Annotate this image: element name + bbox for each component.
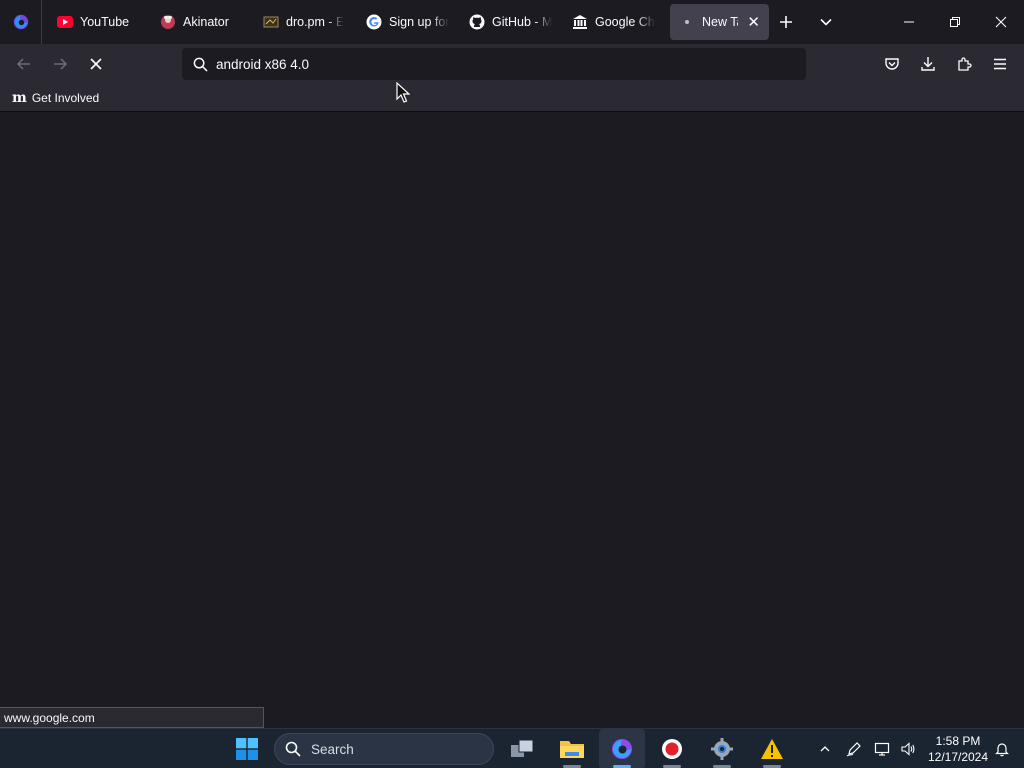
new-tab-button[interactable] bbox=[766, 0, 806, 44]
tab-github[interactable]: GitHub - M bbox=[460, 4, 563, 40]
show-hidden-icons-button[interactable] bbox=[814, 729, 836, 768]
tab-google-chrome[interactable]: Google Ch bbox=[563, 4, 666, 40]
youtube-icon bbox=[57, 14, 73, 30]
puzzle-icon bbox=[958, 57, 972, 71]
stop-icon bbox=[90, 58, 102, 70]
search-icon bbox=[285, 741, 301, 757]
notifications-button[interactable] bbox=[990, 729, 1014, 768]
hamburger-menu-icon bbox=[994, 58, 1006, 70]
pocket-icon bbox=[885, 58, 899, 70]
dropm-icon bbox=[263, 14, 279, 30]
address-bar[interactable] bbox=[182, 48, 806, 80]
list-all-tabs-button[interactable] bbox=[806, 0, 846, 44]
mouse-cursor-icon bbox=[396, 82, 410, 103]
pen-icon bbox=[846, 742, 861, 757]
pen-tray-button[interactable] bbox=[842, 729, 866, 768]
close-window-button[interactable] bbox=[978, 0, 1024, 44]
gear-icon bbox=[711, 738, 733, 760]
loading-dot-icon bbox=[679, 14, 695, 30]
arrow-left-icon bbox=[16, 58, 30, 70]
speaker-icon bbox=[901, 742, 915, 756]
windows-logo-icon bbox=[236, 738, 258, 760]
bell-icon bbox=[995, 743, 1009, 757]
screen-recorder-button[interactable] bbox=[649, 729, 695, 768]
stop-loading-button[interactable] bbox=[80, 48, 112, 80]
bookmarks-toolbar: m Get Involved bbox=[0, 84, 1024, 112]
tab-label: Akinator bbox=[183, 15, 229, 29]
network-tray-button[interactable] bbox=[870, 729, 894, 768]
folder-icon bbox=[560, 741, 584, 758]
record-icon bbox=[662, 739, 682, 759]
app-menu-button[interactable] bbox=[984, 48, 1016, 80]
close-icon bbox=[995, 16, 1007, 28]
restore-button[interactable] bbox=[932, 0, 978, 44]
minimize-icon bbox=[904, 21, 914, 23]
clock-time: 1:58 PM bbox=[935, 734, 981, 748]
firefox-taskbar-button[interactable] bbox=[599, 729, 645, 768]
extensions-button[interactable] bbox=[948, 48, 980, 80]
windows-taskbar: Search 1:58 PM 12/17/2024 bbox=[0, 728, 1024, 768]
url-input[interactable] bbox=[216, 56, 776, 72]
navigation-toolbar bbox=[0, 44, 1024, 84]
m-logo-icon: m bbox=[12, 89, 27, 106]
bookmark-label: Get Involved bbox=[31, 90, 100, 105]
pocket-button[interactable] bbox=[876, 48, 908, 80]
tab-label: Sign up for bbox=[389, 15, 450, 29]
tab-strip: YouTube Akinator dro.pm - E Sign up for … bbox=[0, 0, 1024, 44]
volume-tray-button[interactable] bbox=[896, 729, 920, 768]
settings-taskbar-button[interactable] bbox=[699, 729, 745, 768]
start-button[interactable] bbox=[224, 729, 270, 768]
plus-icon bbox=[780, 16, 792, 28]
close-tab-icon[interactable]: ✕ bbox=[747, 13, 760, 31]
warning-app-button[interactable] bbox=[749, 729, 795, 768]
museum-icon bbox=[572, 14, 588, 30]
warning-icon bbox=[761, 739, 783, 759]
page-content bbox=[0, 113, 1024, 728]
tab-label: YouTube bbox=[80, 15, 130, 29]
minimize-button[interactable] bbox=[886, 0, 932, 44]
forward-button[interactable] bbox=[44, 48, 76, 80]
google-icon bbox=[366, 14, 382, 30]
task-view-button[interactable] bbox=[499, 729, 545, 768]
tab-google-signup[interactable]: Sign up for bbox=[357, 4, 460, 40]
network-icon bbox=[874, 742, 890, 756]
tab-dropm[interactable]: dro.pm - E bbox=[254, 4, 357, 40]
chevron-down-icon bbox=[820, 18, 832, 26]
restore-icon bbox=[950, 17, 960, 27]
github-icon bbox=[469, 14, 485, 30]
tab-label: Google Ch bbox=[595, 15, 655, 29]
tab-list: YouTube Akinator dro.pm - E Sign up for … bbox=[42, 0, 769, 44]
download-icon bbox=[921, 57, 935, 71]
tab-label: GitHub - M bbox=[492, 15, 553, 29]
clock-date: 12/17/2024 bbox=[927, 750, 989, 764]
task-view-icon bbox=[511, 739, 534, 757]
tab-akinator[interactable]: Akinator bbox=[151, 4, 254, 40]
search-icon bbox=[190, 57, 210, 72]
tab-label: New Tab bbox=[702, 15, 738, 29]
status-url-panel: www.google.com bbox=[0, 707, 264, 728]
search-label: Search bbox=[311, 741, 354, 757]
downloads-button[interactable] bbox=[912, 48, 944, 80]
arrow-right-icon bbox=[54, 58, 68, 70]
chevron-up-icon bbox=[820, 746, 830, 752]
tab-youtube[interactable]: YouTube bbox=[48, 4, 151, 40]
tab-new-tab[interactable]: New Tab ✕ bbox=[670, 4, 769, 40]
firefox-icon bbox=[612, 739, 632, 759]
tab-label: dro.pm - E bbox=[286, 15, 345, 29]
back-button[interactable] bbox=[8, 48, 40, 80]
akinator-icon bbox=[160, 14, 176, 30]
file-explorer-button[interactable] bbox=[549, 729, 595, 768]
system-clock[interactable]: 1:58 PM 12/17/2024 bbox=[926, 733, 990, 765]
bookmark-get-involved[interactable]: m Get Involved bbox=[10, 87, 101, 109]
firefox-icon bbox=[13, 14, 28, 30]
firefox-view-button[interactable] bbox=[0, 0, 42, 44]
taskbar-search-box[interactable]: Search bbox=[274, 733, 494, 765]
